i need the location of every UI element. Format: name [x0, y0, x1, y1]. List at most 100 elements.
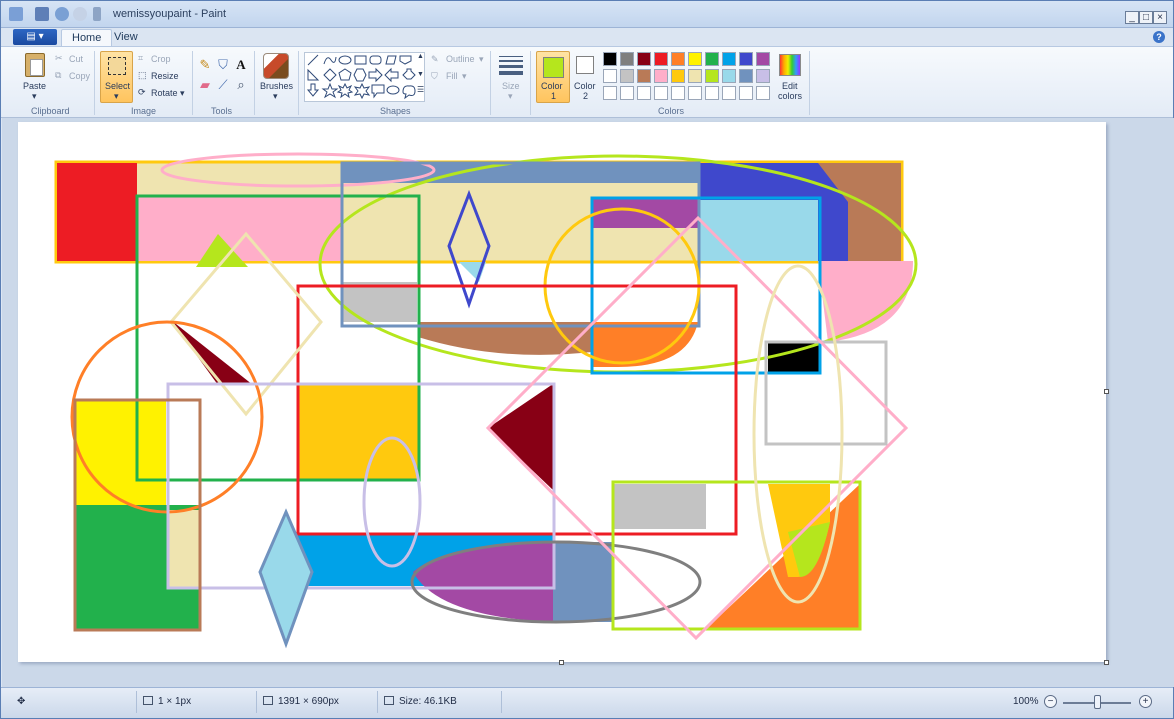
fill-dropdown-icon[interactable]: ▾: [462, 71, 467, 82]
palette-swatch[interactable]: [722, 69, 736, 83]
palette-swatch[interactable]: [756, 69, 770, 83]
cut-button[interactable]: Cut: [69, 54, 83, 64]
undo-icon[interactable]: [55, 7, 69, 21]
ribbon-separator: [254, 51, 255, 115]
rotate-icon: ⟳: [138, 87, 146, 97]
copy-icon: ⧉: [55, 70, 62, 80]
maximize-button[interactable]: □: [1139, 11, 1153, 24]
fill-button[interactable]: Fill: [446, 71, 458, 81]
palette-swatch[interactable]: [688, 86, 702, 100]
outline-dropdown-icon[interactable]: ▾: [479, 54, 484, 65]
text-tool-icon[interactable]: A: [233, 56, 249, 72]
ribbon-separator: [809, 51, 810, 115]
palette-swatch[interactable]: [722, 86, 736, 100]
brushes-dropdown-icon[interactable]: ▾: [273, 91, 278, 102]
shapes-expand-icon[interactable]: ☰: [417, 85, 424, 94]
palette-swatch[interactable]: [603, 52, 617, 66]
paint-window: wemissyoupaint - Paint _ □ × ▤ ▾ Home Vi…: [0, 0, 1174, 719]
palette-swatch[interactable]: [620, 86, 634, 100]
resize-handle-corner[interactable]: [1104, 660, 1109, 665]
rotate-dropdown-icon[interactable]: ▾: [180, 88, 185, 99]
redo-icon[interactable]: [73, 7, 87, 21]
brushes-icon[interactable]: [263, 53, 289, 79]
paint-app-icon[interactable]: [9, 7, 23, 21]
edit-colors-line2[interactable]: colors: [778, 91, 802, 101]
palette-swatch[interactable]: [637, 52, 651, 66]
palette-swatch[interactable]: [603, 86, 617, 100]
palette-swatch[interactable]: [705, 52, 719, 66]
outline-button[interactable]: Outline: [446, 54, 475, 64]
selection-icon: [143, 696, 153, 705]
save-icon[interactable]: [35, 7, 49, 21]
shapes-scroll-down-icon[interactable]: ▼: [417, 71, 424, 78]
palette-swatch[interactable]: [705, 86, 719, 100]
color1-label-line1: Color: [541, 81, 563, 91]
palette-swatch[interactable]: [603, 69, 617, 83]
resize-button[interactable]: Resize: [151, 71, 179, 81]
palette-swatch[interactable]: [688, 52, 702, 66]
palette-swatch[interactable]: [671, 69, 685, 83]
palette-swatch[interactable]: [620, 69, 634, 83]
size-button[interactable]: Size: [502, 81, 520, 91]
help-icon[interactable]: ?: [1153, 31, 1165, 43]
zoom-out-button[interactable]: −: [1044, 695, 1057, 708]
canvas-area[interactable]: [2, 118, 1174, 687]
close-button[interactable]: ×: [1153, 11, 1167, 24]
palette-swatch[interactable]: [705, 69, 719, 83]
paste-icon[interactable]: [25, 53, 45, 77]
color2-label-line1: Color: [574, 81, 596, 91]
resize-handle-right[interactable]: [1104, 389, 1109, 394]
tools-group-label: Tools: [211, 106, 233, 116]
palette-swatch[interactable]: [722, 52, 736, 66]
crop-button[interactable]: Crop: [151, 54, 171, 64]
palette-swatch[interactable]: [739, 86, 753, 100]
shapes-gallery-icons: [306, 54, 416, 100]
palette-swatch[interactable]: [756, 86, 770, 100]
eraser-icon[interactable]: ▰: [197, 76, 213, 92]
palette-swatch[interactable]: [756, 52, 770, 66]
palette-swatch[interactable]: [688, 69, 702, 83]
select-dropdown-icon[interactable]: ▾: [114, 91, 119, 102]
palette-swatch[interactable]: [637, 86, 651, 100]
resize-handle-bottom[interactable]: [559, 660, 564, 665]
drawing-canvas[interactable]: [18, 122, 1106, 662]
color-picker-icon[interactable]: ⟋: [215, 76, 231, 92]
palette-swatch[interactable]: [739, 52, 753, 66]
zoom-slider-thumb[interactable]: [1094, 695, 1101, 709]
pencil-icon[interactable]: ✎: [197, 56, 213, 72]
zoom-in-button[interactable]: +: [1139, 695, 1152, 708]
palette-swatch[interactable]: [739, 69, 753, 83]
cursor-position-cell: ✥: [11, 691, 25, 713]
minimize-button[interactable]: _: [1125, 11, 1139, 24]
image-size-icon: [263, 696, 273, 705]
scissors-icon: ✂: [55, 53, 63, 63]
copy-button[interactable]: Copy: [69, 71, 90, 81]
palette-swatch[interactable]: [671, 86, 685, 100]
palette-swatch[interactable]: [654, 52, 668, 66]
magnifier-icon[interactable]: ⌕: [233, 76, 249, 92]
paint-menu-button[interactable]: ▤ ▾: [13, 29, 57, 45]
palette-swatch[interactable]: [654, 69, 668, 83]
fill-bucket-icon[interactable]: ⛉: [215, 56, 231, 72]
palette-swatch[interactable]: [654, 86, 668, 100]
ribbon-separator: [192, 51, 193, 115]
tab-view[interactable]: View: [104, 29, 148, 47]
color2-button[interactable]: [576, 56, 594, 74]
shapes-scroll-up-icon[interactable]: ▲: [417, 53, 424, 60]
select-rectangle-icon: [108, 57, 126, 75]
customize-quick-access-icon[interactable]: [93, 7, 101, 21]
shapes-gallery[interactable]: [304, 52, 425, 102]
brushes-button[interactable]: Brushes: [260, 81, 293, 91]
size-dropdown-icon[interactable]: ▾: [508, 91, 513, 102]
palette-swatch[interactable]: [620, 52, 634, 66]
rotate-button[interactable]: Rotate: [151, 88, 178, 98]
edit-colors-line1[interactable]: Edit: [782, 81, 798, 91]
ribbon-tabs: [1, 28, 1173, 47]
line-size-icon[interactable]: [499, 56, 523, 76]
color2-label-line2: 2: [583, 91, 589, 101]
paste-button[interactable]: Paste: [23, 81, 46, 91]
palette-swatch[interactable]: [637, 69, 651, 83]
paste-dropdown-icon[interactable]: ▾: [32, 91, 37, 102]
edit-colors-icon[interactable]: [779, 54, 801, 76]
palette-swatch[interactable]: [671, 52, 685, 66]
